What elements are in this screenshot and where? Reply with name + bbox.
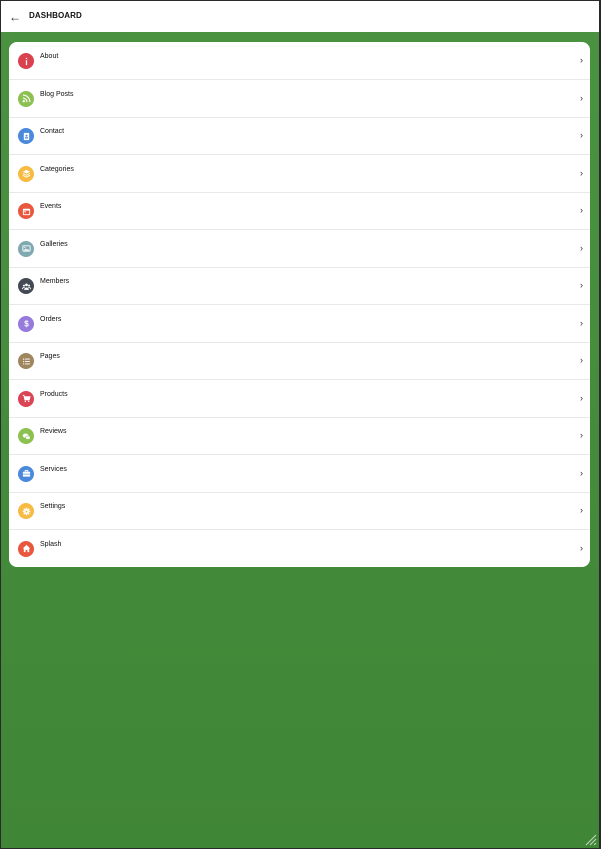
chat-icon xyxy=(18,428,34,444)
menu-item-events[interactable]: Events › xyxy=(9,192,590,230)
cart-icon xyxy=(18,390,34,407)
menu-item-label: Galleries xyxy=(40,240,68,248)
image-icon xyxy=(18,240,34,257)
menu-item-reviews[interactable]: Reviews › xyxy=(9,417,590,455)
menu-item-settings[interactable]: Settings › xyxy=(9,492,590,530)
menu-item-contact[interactable]: Contact › xyxy=(9,117,590,155)
chevron-right-icon: › xyxy=(580,392,583,403)
menu-item-label: Pages xyxy=(40,353,60,360)
chevron-right-icon: › xyxy=(580,242,583,253)
contact-card-icon xyxy=(18,128,34,144)
feed-icon xyxy=(18,90,34,107)
menu-item-label: Services xyxy=(40,465,67,473)
menu-item-pages[interactable]: Pages › xyxy=(9,342,590,380)
menu-item-label: Splash xyxy=(40,540,62,548)
chevron-right-icon: › xyxy=(580,505,583,515)
menu-item-label: Contact xyxy=(40,128,65,135)
gear-icon xyxy=(18,503,34,519)
chevron-right-icon: › xyxy=(580,130,583,140)
menu-item-label: Reviews xyxy=(40,428,67,435)
top-bar: ← DASHBOARD xyxy=(1,1,599,32)
chevron-right-icon: › xyxy=(580,167,583,178)
menu-item-products[interactable]: Products › xyxy=(9,380,590,418)
info-icon xyxy=(18,53,34,69)
arrow-left-icon[interactable]: ← xyxy=(7,8,23,26)
menu-item-label: Events xyxy=(40,203,62,210)
menu-item-label: Orders xyxy=(40,315,62,323)
dollar-icon: $ xyxy=(18,315,34,332)
menu-item-label: Settings xyxy=(40,503,66,510)
home-icon xyxy=(18,540,34,557)
menu-item-label: About xyxy=(40,53,59,60)
menu-item-label: Categories xyxy=(40,165,74,173)
menu-item-orders[interactable]: $ Orders › xyxy=(9,305,590,343)
users-icon xyxy=(18,278,34,294)
menu-item-galleries[interactable]: Galleries › xyxy=(9,230,590,268)
menu-card: About › Blog Posts › Contact › Categories › Even… xyxy=(9,42,590,567)
resize-grip-icon[interactable] xyxy=(585,834,597,846)
chevron-right-icon: › xyxy=(580,55,583,65)
menu-item-members[interactable]: Members › xyxy=(9,267,590,305)
menu-item-label: Blog Posts xyxy=(40,90,74,98)
svg-text:$: $ xyxy=(24,320,29,328)
chevron-right-icon: › xyxy=(580,205,583,215)
chevron-right-icon: › xyxy=(580,542,583,553)
menu-item-services[interactable]: Services › xyxy=(9,455,590,493)
briefcase-icon xyxy=(18,465,34,482)
list-icon xyxy=(18,353,34,369)
menu-item-about[interactable]: About › xyxy=(9,42,590,80)
menu-item-blog-posts[interactable]: Blog Posts › xyxy=(9,80,590,118)
menu-item-splash[interactable]: Splash › xyxy=(9,530,590,567)
chevron-right-icon: › xyxy=(580,467,583,478)
chevron-right-icon: › xyxy=(580,317,583,328)
page-title: DASHBOARD xyxy=(29,11,82,20)
menu-item-label: Members xyxy=(40,278,70,285)
layers-icon xyxy=(18,165,34,182)
chevron-right-icon: › xyxy=(580,92,583,103)
chevron-right-icon: › xyxy=(580,355,583,365)
menu-item-categories[interactable]: Categories › xyxy=(9,155,590,193)
chevron-right-icon: › xyxy=(580,430,583,440)
calendar-icon xyxy=(18,203,34,219)
app-window: ← DASHBOARD About › Blog Posts › Contact › Cat… xyxy=(1,1,599,848)
menu-item-label: Products xyxy=(40,390,68,398)
chevron-right-icon: › xyxy=(580,280,583,290)
